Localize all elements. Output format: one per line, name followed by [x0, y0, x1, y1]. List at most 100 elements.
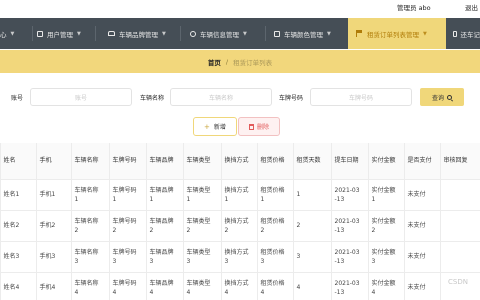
trash-icon — [248, 123, 254, 130]
add-button-label: 新增 — [213, 124, 226, 131]
nav-item-rental-orders[interactable]: 租赁订单列表管理 ▼ — [348, 18, 446, 49]
breadcrumb: 首页 / 租赁订单列表 — [0, 50, 480, 73]
nav-item-label: 心 — [0, 30, 7, 39]
table-cell: 2021-03 -13 — [331, 241, 369, 273]
table-cell: 车辆类型 2 — [183, 210, 222, 242]
table-cell: 车辆名称 2 — [71, 210, 110, 242]
table-cell: 车辆品牌 2 — [146, 210, 184, 242]
column-header[interactable]: 租赁天数 — [293, 143, 332, 180]
column-header[interactable]: 车辆类型 — [183, 143, 222, 180]
table-cell — [440, 179, 480, 211]
table-cell: 车辆品牌 4 — [146, 272, 184, 300]
admin-label: 管理员 abo — [397, 4, 431, 12]
table-cell: 未支付 — [404, 179, 441, 211]
logout-link[interactable]: 退出 — [465, 2, 478, 12]
column-header[interactable]: 姓名 — [0, 143, 37, 180]
column-header[interactable]: 租赁价格 — [257, 143, 294, 180]
table-cell: 车辆类型 4 — [183, 272, 222, 300]
nav-item-label: 车辆信息管理 — [200, 30, 239, 39]
table-cell: 未支付 — [404, 241, 441, 273]
column-header[interactable]: 审核回复 — [440, 143, 480, 180]
table-cell: 租赁价格 4 — [257, 272, 294, 300]
breadcrumb-home[interactable]: 首页 — [208, 57, 221, 67]
table-cell: 3 — [293, 241, 332, 273]
table-cell: 租赁价格 2 — [257, 210, 294, 242]
table-cell: 车牌号码 1 — [109, 179, 147, 211]
flag-icon — [356, 30, 363, 37]
search-icon — [447, 94, 452, 100]
orders-table-container: 姓名 手机 车辆名称 车牌号码 车辆品牌 车辆类型 换挡方式 租赁价格 租赁天数 提车日期 实付金额… — [0, 143, 480, 300]
user-icon — [37, 30, 43, 37]
table-cell — [440, 210, 480, 242]
table-cell: 租赁价格 3 — [257, 241, 294, 273]
action-bar: + 新增 删除 — [0, 117, 480, 137]
table-cell: 实付金额 2 — [368, 210, 405, 242]
table-cell: 手机4 — [36, 272, 72, 300]
vehicle-name-input[interactable]: 车辆名称 — [170, 88, 272, 106]
table-cell: 实付金额 1 — [368, 179, 405, 211]
table-cell: 车辆名称 3 — [71, 241, 110, 273]
table-row[interactable]: 姓名2 手机2 车辆名称 2 车牌号码 2 车辆品牌 2 车辆类型 2 换挡方式 2 租赁价格 2 2 202… — [0, 210, 480, 242]
table-cell: 车牌号码 2 — [109, 210, 147, 242]
orders-table: 姓名 手机 车辆名称 车牌号码 车辆品牌 车辆类型 换挡方式 租赁价格 租赁天数 提车日期 实付金额… — [0, 143, 480, 300]
table-cell: 1 — [293, 179, 332, 211]
nav-item-vehicle-info-management[interactable]: 车辆信息管理 ▼ — [181, 18, 265, 49]
table-row[interactable]: 姓名4 手机4 车辆名称 4 车牌号码 4 车辆品牌 4 车辆类型 4 换挡方式 4 租赁价格 4 4 202… — [0, 272, 480, 300]
table-cell: 车辆类型 1 — [183, 179, 222, 211]
account-label: 账号 — [11, 95, 24, 102]
grid-icon — [274, 30, 280, 37]
column-header[interactable]: 车牌号码 — [109, 143, 147, 180]
search-button-label: 查询 — [431, 94, 444, 102]
table-cell: 姓名1 — [0, 179, 37, 211]
table-cell — [440, 272, 480, 300]
plus-icon: + — [204, 122, 210, 131]
table-cell: 租赁价格 1 — [257, 179, 294, 211]
table-row[interactable]: 姓名1 手机1 车辆名称 1 车牌号码 1 车辆品牌 1 车辆类型 1 换挡方式 1 租赁价格 1 1 202… — [0, 179, 480, 211]
table-cell: 实付金额 4 — [368, 272, 405, 300]
vehicle-name-label: 车辆名称 — [140, 95, 165, 102]
table-cell: 车牌号码 3 — [109, 241, 147, 273]
column-header[interactable]: 换挡方式 — [221, 143, 258, 180]
nav-item-label: 用户管理 — [47, 30, 73, 39]
table-cell: 车辆品牌 1 — [146, 179, 184, 211]
column-header[interactable]: 实付金额 — [368, 143, 405, 180]
nav-item-return-records[interactable]: 还车记 — [446, 18, 480, 49]
chevron-down-icon: ▼ — [162, 30, 166, 37]
delete-button-label: 删除 — [256, 124, 269, 131]
table-header-row: 姓名 手机 车辆名称 车牌号码 车辆品牌 车辆类型 换挡方式 租赁价格 租赁天数 提车日期 实付金额… — [0, 143, 480, 180]
table-row[interactable]: 姓名3 手机3 车辆名称 3 车牌号码 3 车辆品牌 3 车辆类型 3 换挡方式 3 租赁价格 3 3 202… — [0, 241, 480, 273]
column-header[interactable]: 车辆名称 — [71, 143, 110, 180]
top-bar: 管理员 abo 退出 — [0, 0, 480, 18]
nav-item-brand-management[interactable]: 车辆品牌管理 ▼ — [96, 18, 180, 49]
table-cell: 姓名4 — [0, 272, 37, 300]
table-cell: 2021-03 -13 — [331, 272, 369, 300]
plate-number-label: 车牌号码 — [279, 95, 304, 102]
column-header[interactable]: 手机 — [36, 143, 72, 180]
table-cell: 换挡方式 3 — [221, 241, 258, 273]
chevron-down-icon: ▼ — [243, 30, 247, 37]
nav-item-label: 租赁订单列表管理 — [367, 30, 419, 39]
nav-item-user-management[interactable]: 用户管理 ▼ — [33, 18, 95, 49]
account-input[interactable]: 账号 — [30, 88, 132, 106]
nav-item-home[interactable]: 心 ▼ — [0, 18, 32, 49]
table-cell: 未支付 — [404, 272, 441, 300]
delete-button[interactable]: 删除 — [238, 117, 280, 136]
table-cell: 车辆品牌 3 — [146, 241, 184, 273]
add-button[interactable]: + 新增 — [193, 117, 237, 136]
table-cell: 车牌号码 4 — [109, 272, 147, 300]
column-header[interactable]: 是否支付 — [404, 143, 441, 180]
table-cell: 姓名2 — [0, 210, 37, 242]
table-cell: 车辆名称 1 — [71, 179, 110, 211]
nav-item-color-management[interactable]: 车辆颜色管理 ▼ — [266, 18, 347, 49]
table-body: 姓名1 手机1 车辆名称 1 车牌号码 1 车辆品牌 1 车辆类型 1 换挡方式 1 租赁价格 1 1 202… — [0, 179, 480, 300]
table-cell: 手机2 — [36, 210, 72, 242]
table-cell: 2021-03 -13 — [331, 179, 369, 211]
chevron-down-icon: ▼ — [77, 30, 81, 37]
plate-number-input[interactable]: 车牌号码 — [310, 88, 412, 106]
table-cell: 2021-03 -13 — [331, 210, 369, 242]
table-cell: 手机1 — [36, 179, 72, 211]
search-button[interactable]: 查询 — [420, 88, 464, 106]
column-header[interactable]: 车辆品牌 — [146, 143, 184, 180]
column-header[interactable]: 提车日期 — [331, 143, 369, 180]
breadcrumb-separator: / — [225, 57, 229, 66]
